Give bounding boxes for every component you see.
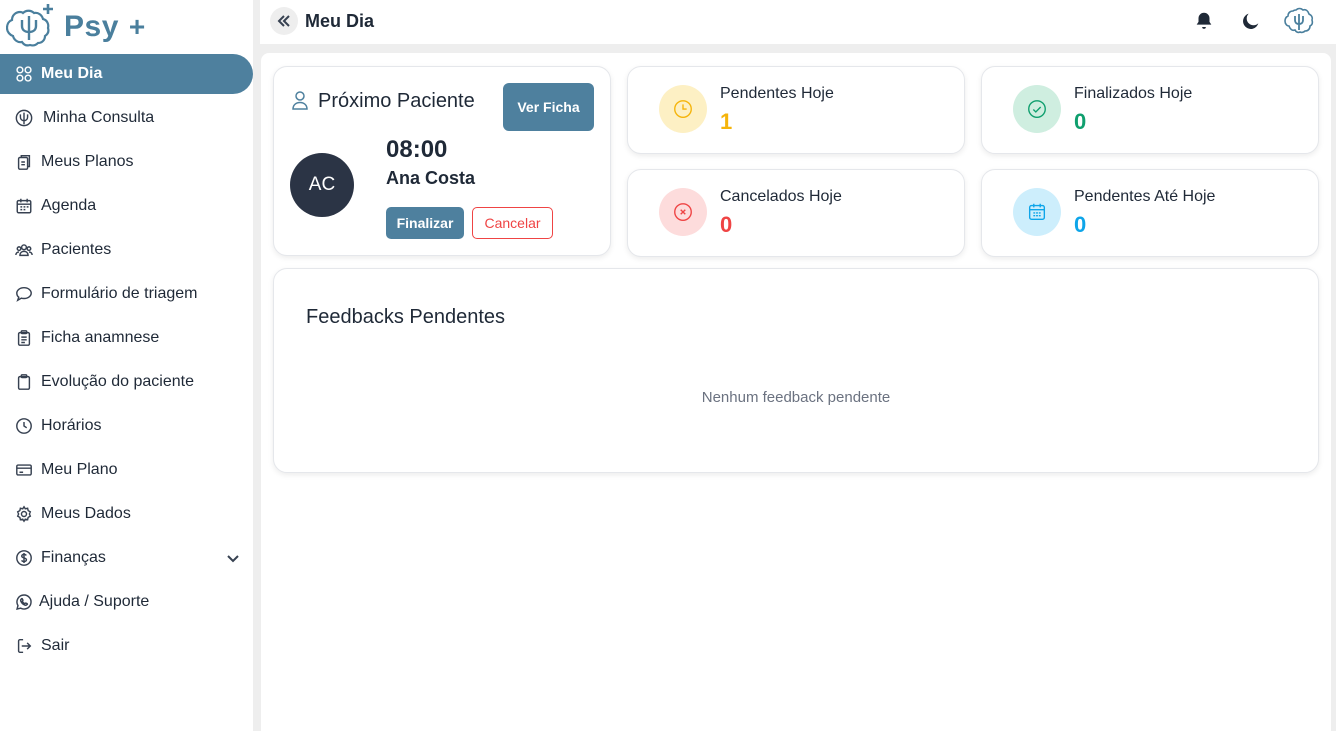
logout-icon bbox=[14, 636, 34, 656]
stat-card-finished-today[interactable]: Finalizados Hoje 0 bbox=[981, 66, 1319, 154]
main-content: Próximo Paciente Ver Ficha AC 08:00 Ana … bbox=[260, 44, 1336, 731]
next-patient-card: Próximo Paciente Ver Ficha AC 08:00 Ana … bbox=[273, 66, 611, 256]
credit-card-icon bbox=[14, 460, 34, 480]
grid-icon bbox=[14, 64, 34, 84]
stat-card-pending-until-today[interactable]: Pendentes Até Hoje 0 bbox=[981, 169, 1319, 257]
chevron-down-icon[interactable] bbox=[225, 550, 241, 566]
sidebar-item-label: Formulário de triagem bbox=[41, 285, 198, 302]
sidebar-item-evolucao-paciente[interactable]: Evolução do paciente bbox=[0, 362, 253, 402]
sidebar: Psy + Meu Dia Minha Consulta Meus Planos… bbox=[0, 0, 253, 731]
double-chevron-left-icon bbox=[276, 13, 292, 29]
patient-avatar: AC bbox=[290, 153, 354, 217]
clock-icon bbox=[14, 416, 34, 436]
view-record-button[interactable]: Ver Ficha bbox=[503, 83, 594, 131]
user-icon bbox=[291, 90, 309, 110]
sidebar-item-pacientes[interactable]: Pacientes bbox=[0, 230, 253, 270]
bell-icon[interactable] bbox=[1192, 9, 1216, 33]
sidebar-item-label: Meu Plano bbox=[41, 461, 118, 478]
feedbacks-card: Feedbacks Pendentes Nenhum feedback pend… bbox=[273, 268, 1319, 473]
sidebar-item-meu-plano[interactable]: Meu Plano bbox=[0, 450, 253, 490]
stat-value: 0 bbox=[1074, 212, 1087, 237]
x-circle-icon bbox=[659, 188, 707, 236]
sidebar-divider bbox=[253, 0, 260, 731]
users-icon bbox=[14, 240, 34, 260]
app-name: Psy bbox=[64, 10, 119, 43]
sidebar-item-label: Meus Dados bbox=[41, 505, 131, 522]
user-avatar[interactable] bbox=[1283, 5, 1315, 37]
check-circle-icon bbox=[1013, 85, 1061, 133]
app-name-plus: + bbox=[128, 11, 146, 42]
sidebar-item-label: Minha Consulta bbox=[43, 109, 155, 126]
stat-value: 0 bbox=[1074, 109, 1087, 134]
brain-psi-logo-icon bbox=[5, 2, 56, 53]
sidebar-item-label: Agenda bbox=[41, 197, 97, 214]
sidebar-item-label: Ajuda / Suporte bbox=[39, 593, 150, 610]
clipboard-icon bbox=[14, 372, 34, 392]
feedbacks-title: Feedbacks Pendentes bbox=[306, 306, 506, 328]
clock-icon bbox=[659, 85, 707, 133]
whatsapp-icon bbox=[14, 592, 34, 612]
calendar-icon bbox=[14, 196, 34, 216]
finish-button[interactable]: Finalizar bbox=[386, 207, 464, 239]
dollar-circle-icon bbox=[14, 548, 34, 568]
page-title: Meu Dia bbox=[305, 11, 375, 31]
brain-psi-avatar-icon bbox=[1283, 5, 1315, 37]
sidebar-item-label: Finanças bbox=[41, 549, 106, 566]
stat-value: 0 bbox=[720, 212, 733, 237]
sidebar-item-label: Sair bbox=[41, 637, 70, 654]
patient-name: Ana Costa bbox=[386, 168, 476, 188]
main-panel: Próximo Paciente Ver Ficha AC 08:00 Ana … bbox=[261, 53, 1331, 731]
sidebar-item-label: Meu Dia bbox=[41, 65, 103, 82]
calendar-icon bbox=[1013, 188, 1061, 236]
top-header: Meu Dia bbox=[260, 0, 1336, 44]
stat-card-pending-today[interactable]: Pendentes Hoje 1 bbox=[627, 66, 965, 154]
sidebar-item-minha-consulta[interactable]: Minha Consulta bbox=[0, 98, 253, 138]
sidebar-nav: Meu Dia Minha Consulta Meus Planos Agend… bbox=[0, 54, 253, 670]
stat-label: Finalizados Hoje bbox=[1074, 85, 1193, 102]
cancel-button[interactable]: Cancelar bbox=[472, 207, 553, 239]
feedbacks-empty-message: Nenhum feedback pendente bbox=[701, 389, 891, 406]
documents-icon bbox=[14, 152, 34, 172]
clipboard-list-icon bbox=[14, 328, 34, 348]
sidebar-item-financas[interactable]: Finanças bbox=[0, 538, 253, 578]
sidebar-item-label: Horários bbox=[41, 417, 102, 434]
collapse-sidebar-button[interactable] bbox=[270, 7, 298, 35]
stat-label: Pendentes Até Hoje bbox=[1074, 188, 1216, 205]
chat-bubble-icon bbox=[14, 284, 34, 304]
sidebar-item-agenda[interactable]: Agenda bbox=[0, 186, 253, 226]
sidebar-item-label: Ficha anamnese bbox=[41, 329, 160, 346]
sidebar-item-label: Meus Planos bbox=[41, 153, 134, 170]
sidebar-item-ajuda-suporte[interactable]: Ajuda / Suporte bbox=[0, 582, 253, 622]
app-logo[interactable]: Psy + bbox=[5, 2, 146, 53]
sidebar-item-label: Pacientes bbox=[41, 241, 112, 258]
sidebar-item-horarios[interactable]: Horários bbox=[0, 406, 253, 446]
sidebar-item-sair[interactable]: Sair bbox=[0, 626, 253, 666]
sidebar-item-formulario-triagem[interactable]: Formulário de triagem bbox=[0, 274, 253, 314]
stat-label: Pendentes Hoje bbox=[720, 85, 834, 102]
sidebar-item-label: Evolução do paciente bbox=[41, 373, 194, 390]
psi-icon bbox=[14, 108, 34, 128]
stat-card-cancelled-today[interactable]: Cancelados Hoje 0 bbox=[627, 169, 965, 257]
appointment-time: 08:00 bbox=[386, 136, 448, 163]
sidebar-item-meu-dia[interactable]: Meu Dia bbox=[0, 54, 253, 94]
sidebar-item-meus-planos[interactable]: Meus Planos bbox=[0, 142, 253, 182]
next-patient-title: Próximo Paciente bbox=[318, 90, 475, 112]
gear-icon bbox=[14, 504, 34, 524]
sidebar-item-meus-dados[interactable]: Meus Dados bbox=[0, 494, 253, 534]
stat-value: 1 bbox=[720, 109, 733, 134]
moon-icon[interactable] bbox=[1239, 9, 1263, 33]
stat-label: Cancelados Hoje bbox=[720, 188, 842, 205]
sidebar-item-ficha-anamnese[interactable]: Ficha anamnese bbox=[0, 318, 253, 358]
